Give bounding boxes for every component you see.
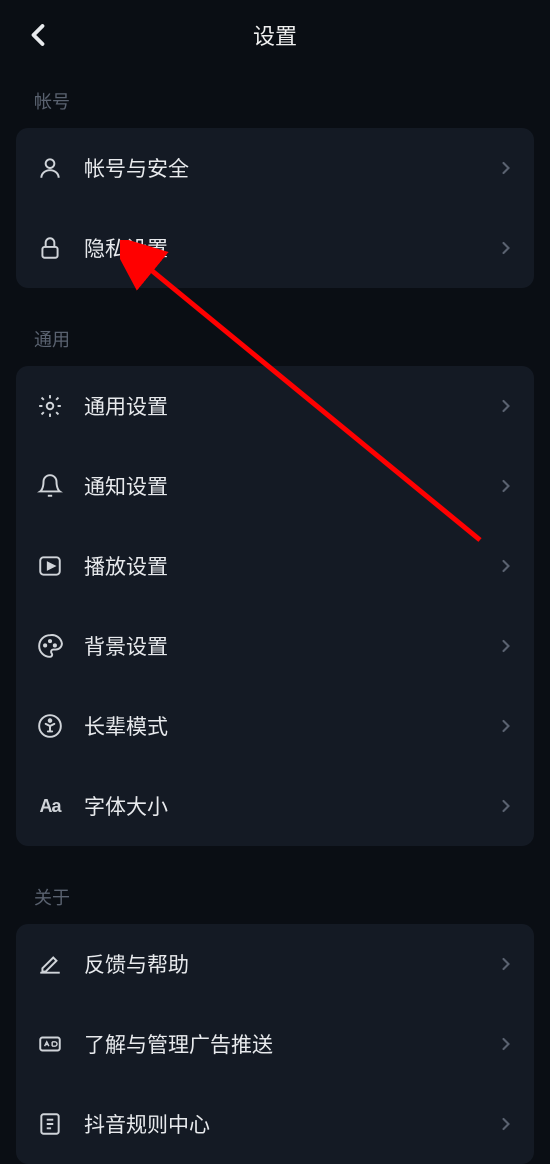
chevron-right-icon [496, 796, 516, 816]
chevron-right-icon [496, 238, 516, 258]
item-label: 长辈模式 [84, 711, 496, 741]
play-icon [34, 550, 66, 582]
settings-item-notifications[interactable]: 通知设置 [16, 446, 534, 526]
lock-icon [34, 232, 66, 264]
user-icon [34, 152, 66, 184]
item-label: 背景设置 [84, 631, 496, 661]
settings-item-font-size[interactable]: Aa 字体大小 [16, 766, 534, 846]
chevron-right-icon [496, 158, 516, 178]
chevron-left-icon [20, 17, 56, 53]
item-label: 帐号与安全 [84, 153, 496, 183]
bell-icon [34, 470, 66, 502]
settings-group-account: 帐号与安全 隐私设置 [16, 128, 534, 288]
edit-icon [34, 948, 66, 980]
chevron-right-icon [496, 476, 516, 496]
chevron-right-icon [496, 1034, 516, 1054]
settings-item-privacy[interactable]: 隐私设置 [16, 208, 534, 288]
ad-icon [34, 1028, 66, 1060]
back-button[interactable] [20, 17, 56, 53]
settings-item-rules-center[interactable]: 抖音规则中心 [16, 1084, 534, 1164]
item-label: 抖音规则中心 [84, 1109, 496, 1139]
page-title: 设置 [253, 19, 297, 51]
chevron-right-icon [496, 636, 516, 656]
chevron-right-icon [496, 556, 516, 576]
settings-item-ad-management[interactable]: 了解与管理广告推送 [16, 1004, 534, 1084]
chevron-right-icon [496, 954, 516, 974]
gear-icon [34, 390, 66, 422]
rules-icon [34, 1108, 66, 1140]
settings-group-about: 反馈与帮助 了解与管理广告推送 抖音规则中心 [16, 924, 534, 1164]
chevron-right-icon [496, 1114, 516, 1134]
item-label: 了解与管理广告推送 [84, 1029, 496, 1059]
chevron-right-icon [496, 716, 516, 736]
accessibility-icon [34, 710, 66, 742]
header: 设置 [0, 0, 550, 70]
section-title-about: 关于 [0, 866, 550, 924]
settings-item-background[interactable]: 背景设置 [16, 606, 534, 686]
section-title-account: 帐号 [0, 70, 550, 128]
item-label: 通用设置 [84, 391, 496, 421]
settings-item-feedback[interactable]: 反馈与帮助 [16, 924, 534, 1004]
settings-item-elder-mode[interactable]: 长辈模式 [16, 686, 534, 766]
item-label: 反馈与帮助 [84, 949, 496, 979]
settings-group-general: 通用设置 通知设置 播放设置 [16, 366, 534, 846]
chevron-right-icon [496, 396, 516, 416]
settings-item-general[interactable]: 通用设置 [16, 366, 534, 446]
section-title-general: 通用 [0, 308, 550, 366]
palette-icon [34, 630, 66, 662]
item-label: 隐私设置 [84, 233, 496, 263]
item-label: 播放设置 [84, 551, 496, 581]
item-label: 字体大小 [84, 791, 496, 821]
settings-item-playback[interactable]: 播放设置 [16, 526, 534, 606]
font-size-icon: Aa [34, 790, 66, 822]
item-label: 通知设置 [84, 471, 496, 501]
settings-item-account-security[interactable]: 帐号与安全 [16, 128, 534, 208]
